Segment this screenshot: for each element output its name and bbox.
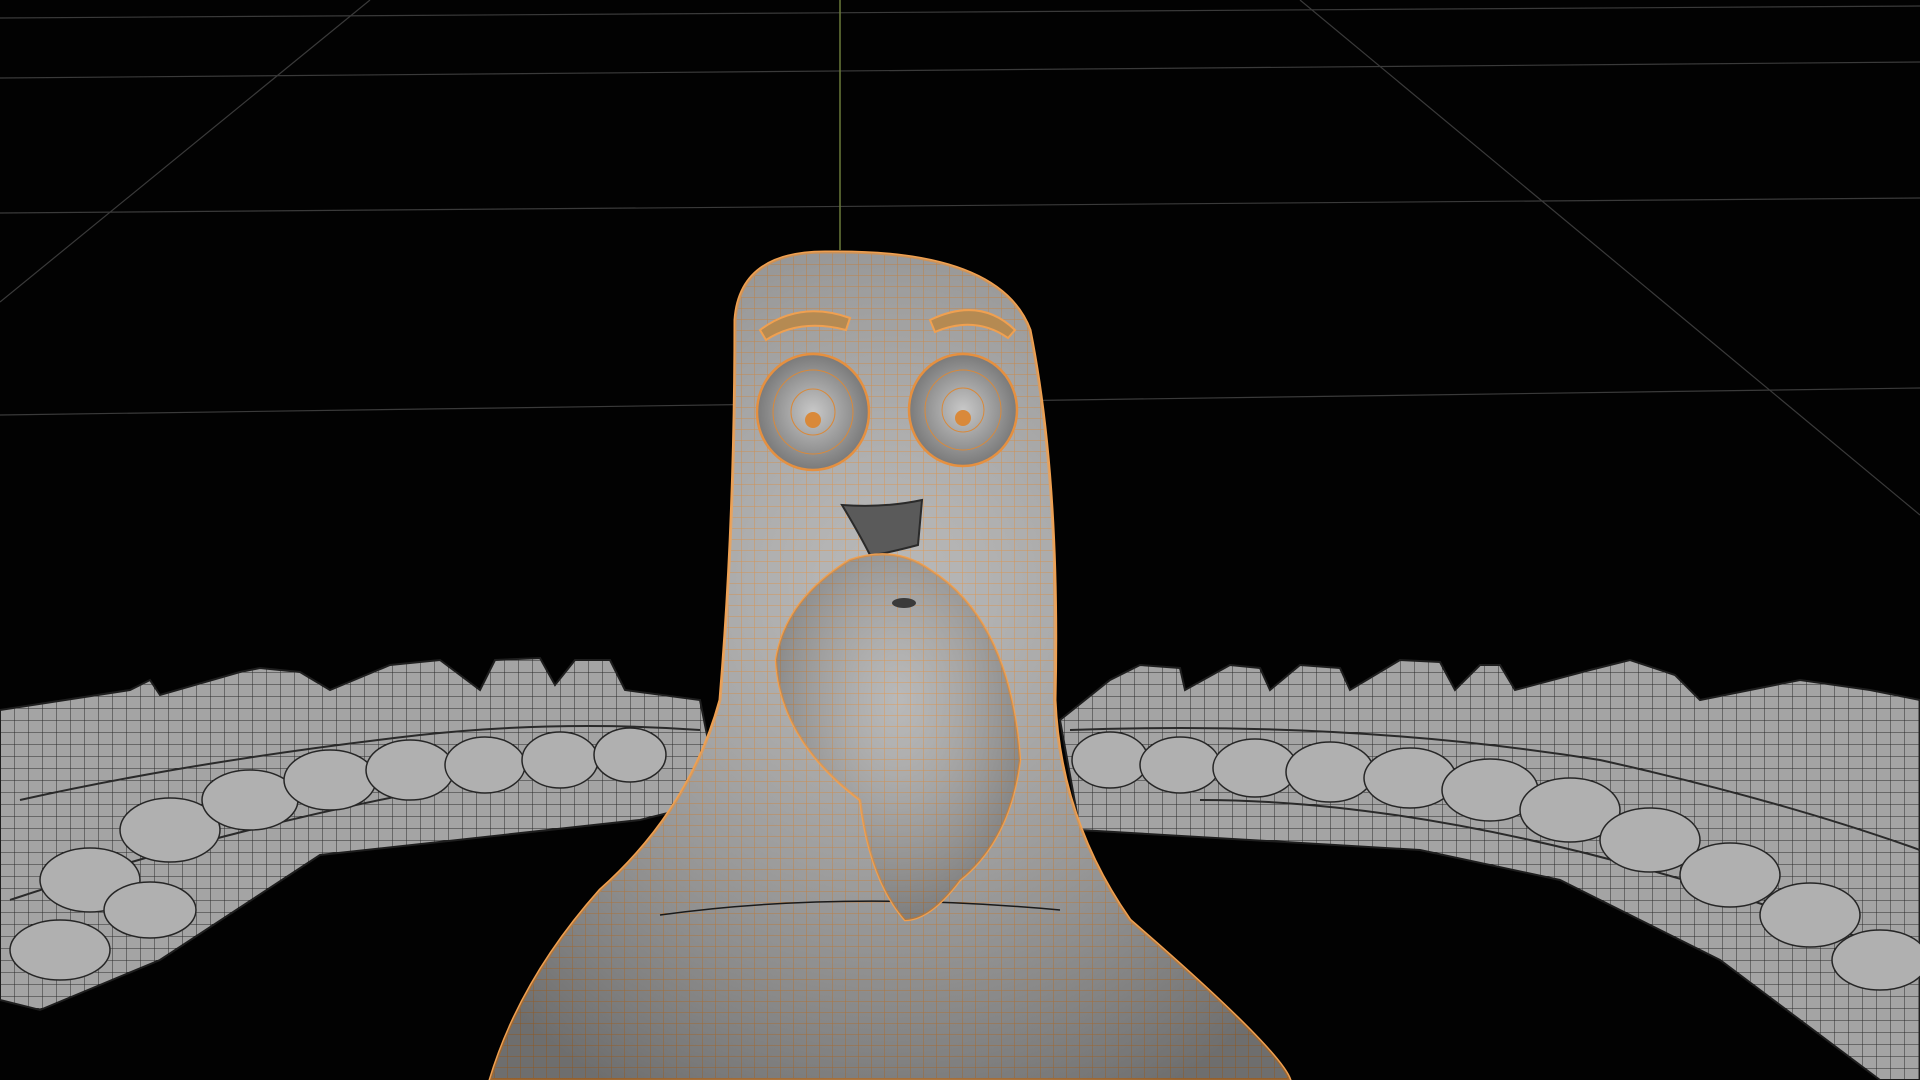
viewport-canvas[interactable] xyxy=(0,0,1920,1080)
right-eye[interactable] xyxy=(907,352,1019,468)
left-eye[interactable] xyxy=(755,352,871,472)
3d-viewport[interactable] xyxy=(0,0,1920,1080)
nostril xyxy=(892,598,916,608)
